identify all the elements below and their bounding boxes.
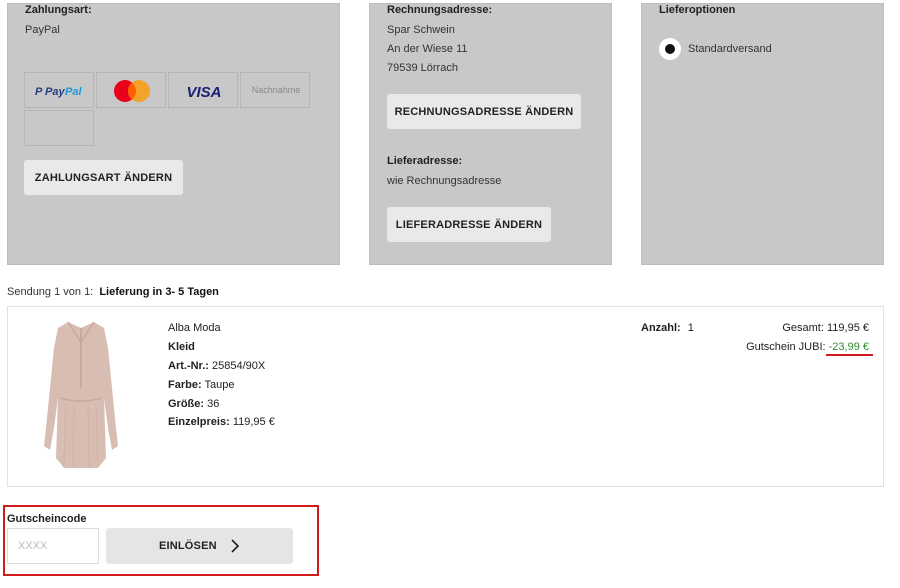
- product-art-label: Art.-Nr.:: [168, 360, 209, 372]
- svg-text:Pal: Pal: [65, 86, 82, 98]
- product-quantity-row: Anzahl: 1: [641, 322, 694, 334]
- product-image: [44, 321, 118, 468]
- chevron-right-icon: [231, 539, 240, 553]
- shipment-info: Sendung 1 von 1: Lieferung in 3- 5 Tagen: [7, 286, 219, 298]
- product-size-label: Größe:: [168, 398, 205, 410]
- empty-payment-slot: [24, 110, 94, 146]
- product-size-value: 36: [207, 398, 220, 410]
- product-size-row: Größe: 36: [168, 398, 219, 410]
- product-total-row: Gesamt: 119,95 €: [782, 322, 869, 334]
- product-total-value: 119,95 €: [826, 322, 869, 334]
- svg-text:VISA: VISA: [186, 84, 221, 101]
- product-color-label: Farbe:: [168, 379, 202, 391]
- product-card: [7, 306, 884, 487]
- radio-selected-dot: [665, 44, 675, 54]
- change-delivery-address-button[interactable]: LIEFERADRESSE ÄNDERN: [387, 207, 551, 242]
- billing-name: Spar Schwein: [387, 24, 455, 36]
- mastercard-logo: [96, 72, 166, 108]
- product-art-row: Art.-Nr.: 25854/90X: [168, 360, 265, 372]
- product-color-value: Taupe: [204, 379, 235, 391]
- billing-street: An der Wiese 11: [387, 43, 468, 55]
- delivery-options-title: Lieferoptionen: [659, 4, 736, 16]
- redeem-voucher-label: EINLÖSEN: [158, 539, 217, 552]
- voucher-code-input[interactable]: [7, 528, 99, 564]
- product-total-label: Gesamt:: [782, 322, 824, 334]
- paypal-logo: P Pay Pal: [24, 72, 94, 108]
- nachnahme-label: Nachnahme: [251, 85, 301, 95]
- change-billing-address-button[interactable]: RECHNUNGSADRESSE ÄNDERN: [387, 94, 581, 129]
- billing-title: Rechnungsadresse:: [387, 4, 493, 16]
- product-art-value: 25854/90X: [212, 360, 266, 372]
- standard-shipping-radio[interactable]: [659, 38, 681, 60]
- product-quantity-label: Anzahl:: [641, 322, 681, 334]
- svg-text:P: P: [35, 86, 43, 98]
- payment-value: PayPal: [25, 24, 60, 36]
- product-brand: Alba Moda: [168, 322, 221, 334]
- svg-text:Pay: Pay: [45, 86, 65, 98]
- standard-shipping-label[interactable]: Standardversand: [688, 43, 772, 55]
- shipment-delivery-time: Lieferung in 3- 5 Tagen: [99, 286, 219, 298]
- product-quantity-value: 1: [687, 322, 694, 334]
- shipment-prefix: Sendung 1 von 1:: [7, 286, 94, 298]
- payment-title: Zahlungsart:: [25, 4, 92, 16]
- product-voucher-label: Gutschein JUBI:: [746, 341, 826, 353]
- product-unit-price-label: Einzelpreis:: [168, 416, 230, 428]
- delivery-address-value: wie Rechnungsadresse: [387, 175, 502, 187]
- delivery-options-panel: Lieferoptionen Standardversand: [641, 3, 884, 265]
- change-payment-button[interactable]: ZAHLUNGSART ÄNDERN: [24, 160, 183, 195]
- visa-logo: VISA: [168, 72, 238, 108]
- product-color-row: Farbe: Taupe: [168, 379, 234, 391]
- product-unit-price-row: Einzelpreis: 119,95 €: [168, 416, 275, 428]
- billing-city: 79539 Lörrach: [387, 62, 458, 74]
- product-unit-price-value: 119,95 €: [232, 416, 275, 428]
- delivery-address-title: Lieferadresse:: [387, 155, 463, 167]
- product-voucher-row: Gutschein JUBI: -23,99 €: [746, 341, 869, 353]
- product-name: Kleid: [168, 341, 195, 353]
- voucher-title: Gutscheincode: [7, 513, 87, 525]
- discount-highlight-underline: [826, 354, 873, 356]
- nachnahme-option: Nachnahme: [240, 72, 310, 108]
- product-voucher-value: -23,99 €: [828, 341, 869, 353]
- redeem-voucher-button[interactable]: EINLÖSEN: [106, 528, 293, 564]
